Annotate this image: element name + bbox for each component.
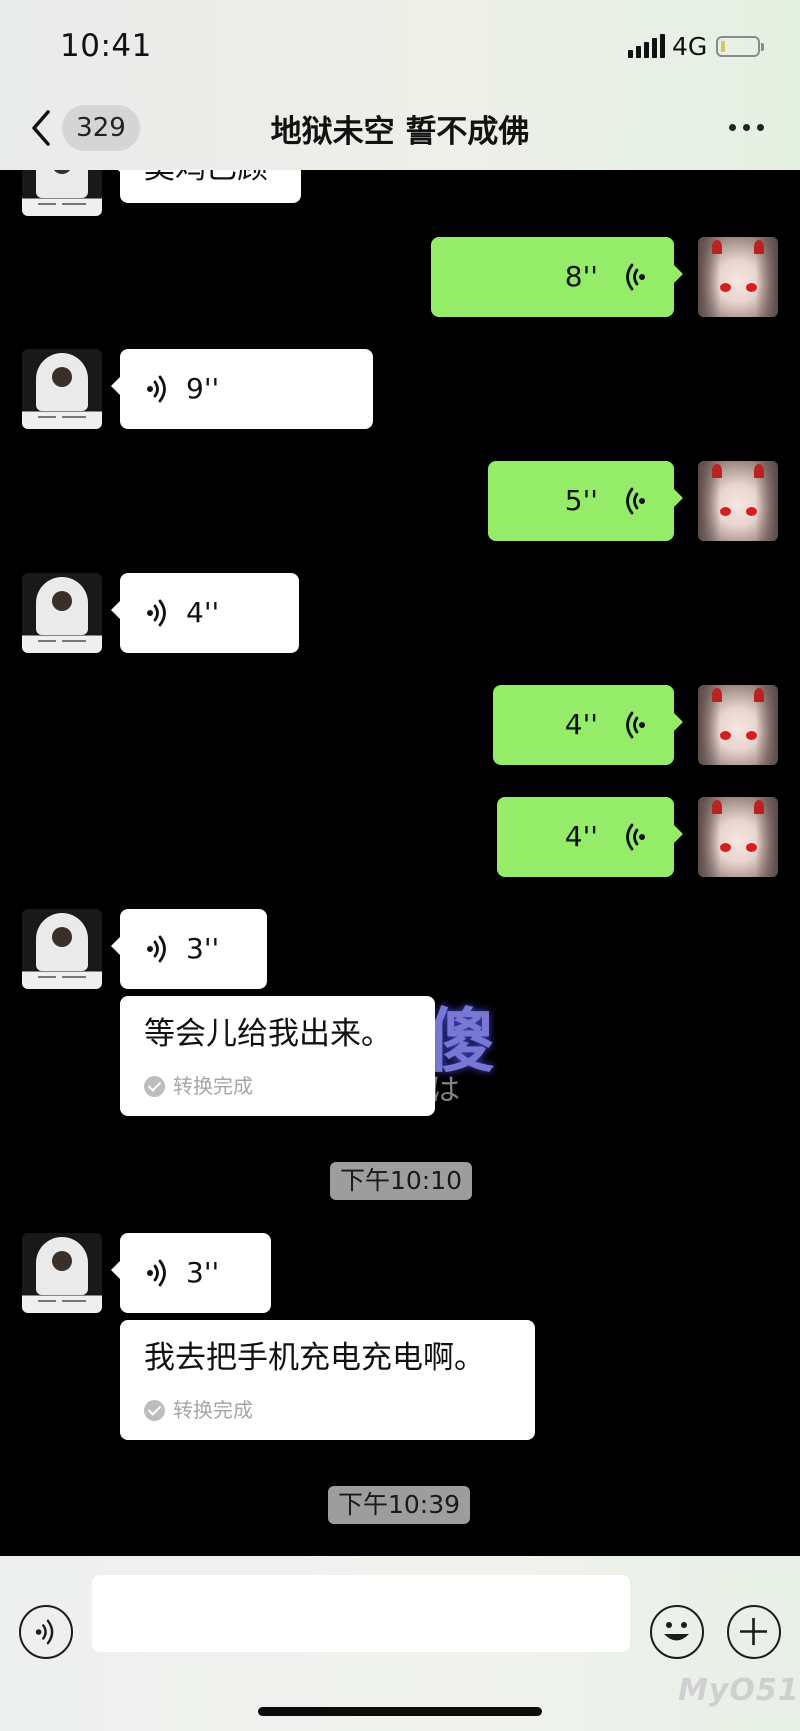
signal-icon (628, 34, 666, 58)
top-header: 10:41 4G 329 地狱未空 誓不成佛 (0, 0, 800, 170)
battery-icon (716, 36, 764, 57)
voice-message-out[interactable]: 5'' (488, 461, 683, 541)
voice-wave-icon (147, 1259, 166, 1287)
timestamp-badge: 下午10:10 (330, 1162, 473, 1200)
voice-message-in[interactable]: 3'' (111, 1233, 271, 1313)
avatar-contact[interactable] (22, 1233, 102, 1313)
site-watermark-logo: MyO511 (678, 1673, 800, 1708)
status-time: 10:41 (60, 28, 152, 64)
voice-duration: 9'' (186, 372, 220, 405)
voice-message-in[interactable]: 3'' (111, 909, 267, 989)
message-text-partial: 莫鸡已顾 (144, 170, 268, 187)
chat-message-list[interactable]: 生傻 は 莫鸡已顾 8'' 9'' 5'' 4'' 4'' 4'' (0, 170, 800, 1556)
voice-wave-icon (626, 823, 645, 851)
ellipsis-icon[interactable] (727, 118, 767, 138)
voice-wave-icon (147, 375, 166, 403)
voice-duration: 3'' (186, 1256, 220, 1289)
check-circle-icon (144, 1075, 165, 1097)
voice-transcript-bubble[interactable]: 我去把手机充电充电啊。 转换完成 (120, 1320, 535, 1440)
voice-message-out[interactable]: 4'' (493, 685, 683, 765)
check-circle-icon (144, 1399, 165, 1421)
message-input[interactable] (92, 1575, 630, 1652)
voice-duration: 8'' (564, 260, 598, 293)
voice-wave-icon (626, 263, 645, 291)
voice-message-in[interactable]: 4'' (111, 573, 299, 653)
timestamp-badge: 下午10:39 (328, 1486, 471, 1524)
voice-duration: 3'' (186, 932, 220, 965)
voice-wave-icon (147, 935, 166, 963)
avatar-contact[interactable] (22, 349, 102, 429)
voice-wave-icon (626, 487, 645, 515)
transcript-status: 转换完成 (144, 1072, 411, 1100)
avatar-contact[interactable] (22, 170, 102, 216)
avatar-self[interactable] (698, 461, 778, 541)
voice-message-out[interactable]: 8'' (431, 237, 683, 317)
avatar-self[interactable] (698, 685, 778, 765)
voice-transcript-bubble[interactable]: 等会儿给我出来。 转换完成 (120, 996, 435, 1116)
avatar-contact[interactable] (22, 909, 102, 989)
voice-message-in[interactable]: 9'' (111, 349, 373, 429)
transcript-status: 转换完成 (144, 1396, 511, 1424)
message-bubble-text[interactable]: 莫鸡已顾 (111, 170, 301, 203)
avatar-self[interactable] (698, 797, 778, 877)
plus-circle-icon[interactable] (727, 1605, 781, 1659)
voice-wave-icon (147, 599, 166, 627)
voice-duration: 4'' (186, 596, 220, 629)
voice-wave-icon[interactable] (19, 1605, 73, 1659)
voice-duration: 4'' (564, 708, 598, 741)
emoji-icon[interactable] (650, 1605, 704, 1659)
voice-duration: 5'' (564, 484, 598, 517)
avatar-self[interactable] (698, 237, 778, 317)
input-bar: MyO511 (0, 1556, 800, 1731)
avatar-contact[interactable] (22, 573, 102, 653)
transcript-text: 我去把手机充电充电啊。 (144, 1340, 485, 1376)
chat-title: 地狱未空 誓不成佛 (270, 114, 530, 150)
network-type: 4G (672, 32, 708, 61)
home-indicator[interactable] (258, 1707, 542, 1716)
voice-wave-icon (626, 711, 645, 739)
voice-duration: 4'' (564, 820, 598, 853)
transcript-text: 等会儿给我出来。 (144, 1016, 392, 1052)
voice-message-out[interactable]: 4'' (497, 797, 683, 877)
